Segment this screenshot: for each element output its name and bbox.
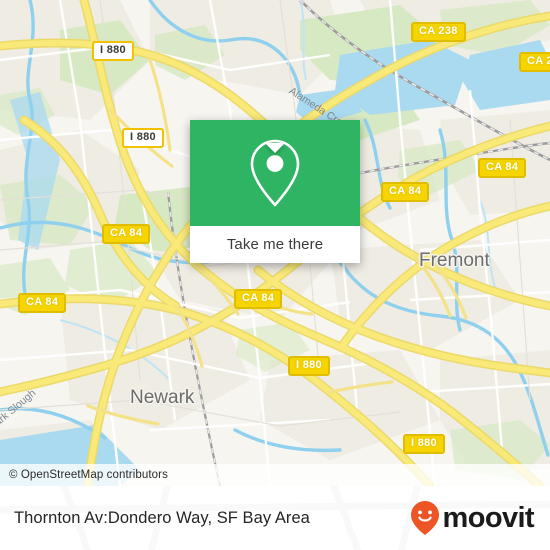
moovit-pin-icon xyxy=(410,501,439,535)
shield-ca84-center[interactable]: CA 84 xyxy=(234,289,283,309)
popup-pointer-tail xyxy=(265,143,285,153)
shield-ca84-center-east[interactable]: CA 84 xyxy=(381,182,430,202)
popup-header xyxy=(190,120,360,226)
location-title: Thornton Av:Dondero Way, SF Bay Area xyxy=(14,508,310,527)
shield-ca238[interactable]: CA 238 xyxy=(411,22,466,42)
location-popup-card[interactable]: Take me there xyxy=(190,120,360,263)
osm-attribution[interactable]: © OpenStreetMap contributors xyxy=(0,464,550,486)
shield-i880-southeast[interactable]: I 880 xyxy=(403,434,445,454)
take-me-there-label: Take me there xyxy=(226,236,324,253)
shield-ca84-far-west[interactable]: CA 84 xyxy=(18,293,67,313)
shield-ca238-edge[interactable]: CA 23 xyxy=(519,52,550,72)
moovit-logo: moovit xyxy=(410,500,535,536)
bottom-info-bar: Thornton Av:Dondero Way, SF Bay Area moo… xyxy=(0,486,550,550)
place-label-newark: Newark xyxy=(130,387,195,408)
moovit-wordmark: moovit xyxy=(442,501,535,534)
popup-footer[interactable]: Take me there xyxy=(190,226,360,263)
shield-ca84-west[interactable]: CA 84 xyxy=(102,224,151,244)
shield-i880-south[interactable]: I 880 xyxy=(288,356,330,376)
shield-i880-north[interactable]: I 880 xyxy=(92,41,134,61)
map-canvas[interactable]: Fremont Newark Alameda Creek ark Slough … xyxy=(0,0,550,486)
shield-i880-upper[interactable]: I 880 xyxy=(122,128,164,148)
place-label-fremont: Fremont xyxy=(419,250,490,271)
map-screenshot: Fremont Newark Alameda Creek ark Slough … xyxy=(0,0,550,550)
shield-ca84-east[interactable]: CA 84 xyxy=(478,158,527,178)
